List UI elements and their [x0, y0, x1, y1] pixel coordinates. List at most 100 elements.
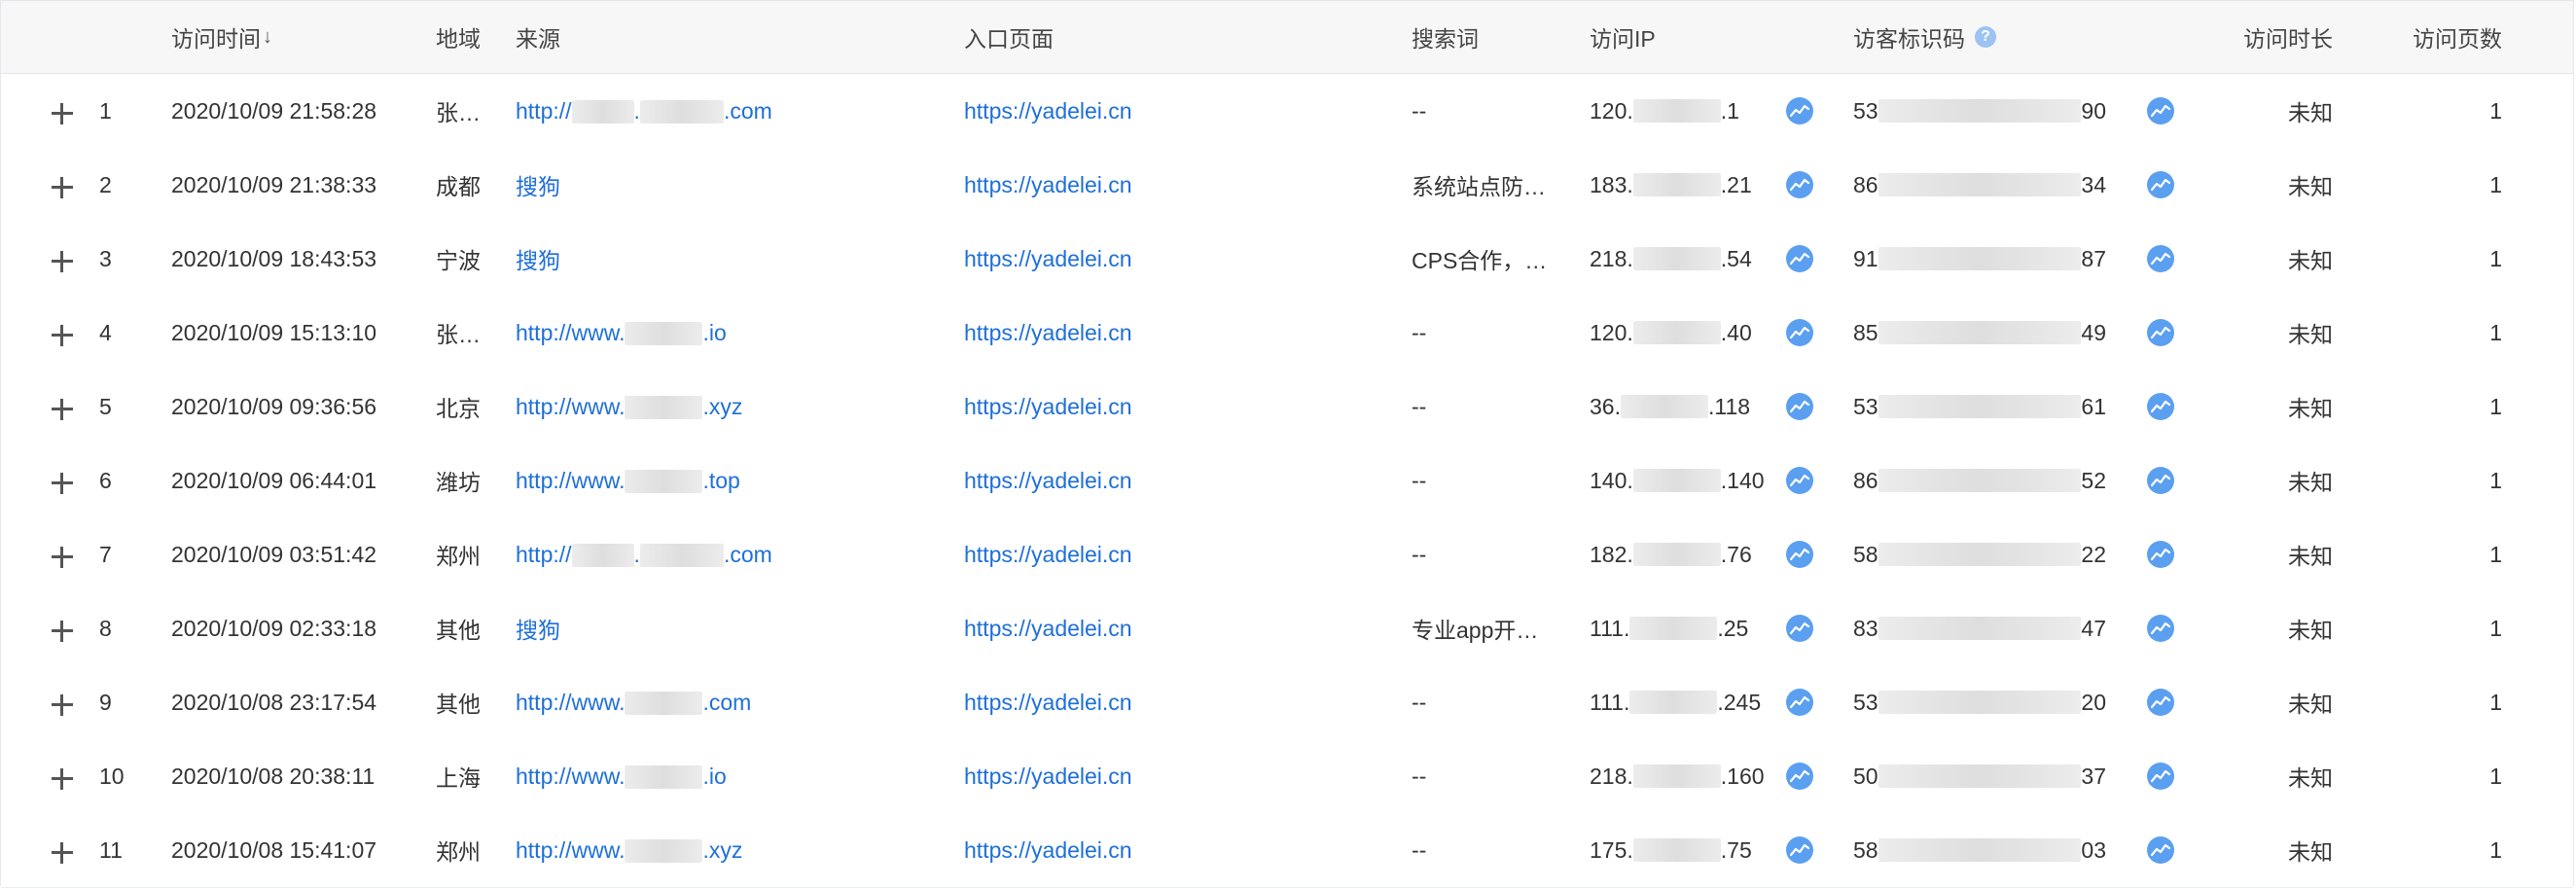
entry-cell: https://yadelei.cn — [964, 296, 1392, 370]
row-index: 11 — [99, 836, 123, 863]
expand-cell — [38, 296, 87, 370]
trend-icon[interactable] — [1786, 319, 1813, 346]
trend-icon[interactable] — [1786, 393, 1813, 420]
trend-icon[interactable] — [1786, 541, 1813, 568]
source-link[interactable]: http://www. .xyz — [516, 837, 742, 864]
trend-icon[interactable] — [2147, 97, 2174, 124]
source-link[interactable]: 搜狗 — [516, 612, 560, 645]
trend-icon[interactable] — [1786, 245, 1813, 272]
source-text-tld: .io — [702, 763, 727, 789]
source-link[interactable]: http://. .com — [516, 98, 772, 124]
plus-icon[interactable] — [52, 694, 73, 716]
column-header-ip: 访问IP — [1590, 26, 1656, 52]
trend-icon[interactable] — [1786, 97, 1813, 124]
ip-prefix: 218. — [1590, 245, 1633, 271]
entry-link[interactable]: https://yadelei.cn — [964, 394, 1132, 420]
trend-icon[interactable] — [2147, 393, 2174, 420]
column-header-pages: 访问页数 — [2413, 26, 2502, 52]
sort-down-icon[interactable]: ↓ — [263, 26, 272, 49]
source-link[interactable]: http://www. .com — [516, 690, 751, 716]
trend-icon[interactable] — [1786, 763, 1813, 790]
entry-link[interactable]: https://yadelei.cn — [964, 837, 1132, 864]
source-text-tld: .xyz — [702, 393, 743, 419]
search-keyword: -- — [1412, 836, 1427, 863]
visitor-trend-cell — [2141, 222, 2180, 296]
row-index: 8 — [99, 615, 112, 641]
ip-prefix: 111. — [1590, 689, 1630, 715]
plus-icon[interactable] — [52, 842, 73, 864]
ip-prefix: 120. — [1590, 319, 1633, 345]
visit-duration: 未知 — [2288, 544, 2333, 569]
redacted-block — [1878, 395, 2082, 418]
help-icon[interactable]: ? — [1975, 26, 1996, 48]
trend-icon[interactable] — [2147, 245, 2174, 272]
plus-icon[interactable] — [52, 768, 73, 790]
visit-duration: 未知 — [2288, 396, 2333, 421]
entry-link[interactable]: https://yadelei.cn — [964, 616, 1132, 642]
source-link[interactable]: http://www. .top — [516, 468, 740, 494]
trend-icon[interactable] — [2147, 836, 2174, 864]
entry-link[interactable]: https://yadelei.cn — [964, 246, 1132, 272]
source-link[interactable]: 搜狗 — [516, 168, 560, 201]
plus-icon[interactable] — [52, 103, 73, 124]
entry-link[interactable]: https://yadelei.cn — [964, 690, 1132, 716]
region: 成都 — [436, 174, 481, 199]
visitor-id-prefix: 83 — [1853, 615, 1878, 641]
visit-time: 2020/10/09 06:44:01 — [171, 467, 377, 493]
expand-cell — [38, 591, 87, 665]
trend-icon[interactable] — [2147, 615, 2174, 642]
source-link[interactable]: http://www. .xyz — [516, 394, 742, 420]
entry-link[interactable]: https://yadelei.cn — [964, 320, 1132, 346]
plus-icon[interactable] — [52, 547, 73, 568]
plus-icon[interactable] — [52, 399, 73, 420]
entry-link[interactable]: https://yadelei.cn — [964, 764, 1132, 790]
trend-icon[interactable] — [2147, 689, 2174, 716]
entry-link[interactable]: https://yadelei.cn — [964, 98, 1132, 124]
source-text: http://www. — [516, 763, 626, 789]
redacted-block — [1629, 617, 1718, 640]
trend-icon[interactable] — [1786, 689, 1813, 716]
entry-link[interactable]: https://yadelei.cn — [964, 468, 1132, 494]
source-link[interactable]: http://www. .io — [516, 320, 727, 346]
source-text: http://www. — [516, 319, 626, 345]
plus-icon[interactable] — [52, 325, 73, 346]
plus-icon[interactable] — [52, 177, 73, 198]
trend-icon[interactable] — [1786, 615, 1813, 642]
entry-link[interactable]: https://yadelei.cn — [964, 172, 1132, 198]
redacted-block — [1629, 691, 1718, 714]
trend-icon[interactable] — [1786, 836, 1813, 864]
ip-trend-cell — [1780, 665, 1819, 739]
entry-link[interactable]: https://yadelei.cn — [964, 542, 1132, 568]
trend-icon[interactable] — [1786, 171, 1813, 198]
source-link[interactable]: 搜狗 — [516, 242, 560, 275]
trend-icon[interactable] — [2147, 319, 2174, 346]
trend-icon[interactable] — [2147, 763, 2174, 790]
column-header-time[interactable]: 访问时间 ↓ — [171, 1, 424, 73]
page-count: 1 — [2489, 615, 2502, 641]
redacted-block — [625, 839, 703, 864]
trend-icon-glyph — [1790, 695, 1809, 709]
keyword-cell: 系统站点防… — [1412, 148, 1572, 222]
plus-icon[interactable] — [52, 621, 73, 642]
search-keyword: -- — [1412, 467, 1427, 493]
plus-icon[interactable] — [52, 251, 73, 272]
search-keyword: CPS合作，… — [1412, 248, 1548, 273]
expand-cell — [38, 370, 87, 444]
redacted-block — [1878, 247, 2082, 270]
trend-icon[interactable] — [2147, 467, 2174, 494]
page-count: 1 — [2489, 541, 2502, 567]
trend-icon-glyph — [2151, 400, 2170, 413]
trend-icon[interactable] — [2147, 171, 2174, 198]
expand-cell — [38, 444, 87, 517]
redacted-block — [639, 100, 724, 124]
source-cell: http://. .com — [516, 517, 944, 591]
plus-icon[interactable] — [52, 473, 73, 494]
source-link[interactable]: http://www. .io — [516, 764, 727, 790]
table-row: 10 2020/10/08 20:38:11 上海 http://www. .io… — [1, 739, 2573, 814]
trend-icon-glyph — [1790, 104, 1809, 118]
trend-icon[interactable] — [2147, 541, 2174, 568]
visitor-id-suffix: 37 — [2081, 763, 2106, 789]
source-link[interactable]: http://. .com — [516, 542, 772, 568]
trend-icon[interactable] — [1786, 467, 1813, 494]
entry-cell: https://yadelei.cn — [964, 739, 1392, 813]
